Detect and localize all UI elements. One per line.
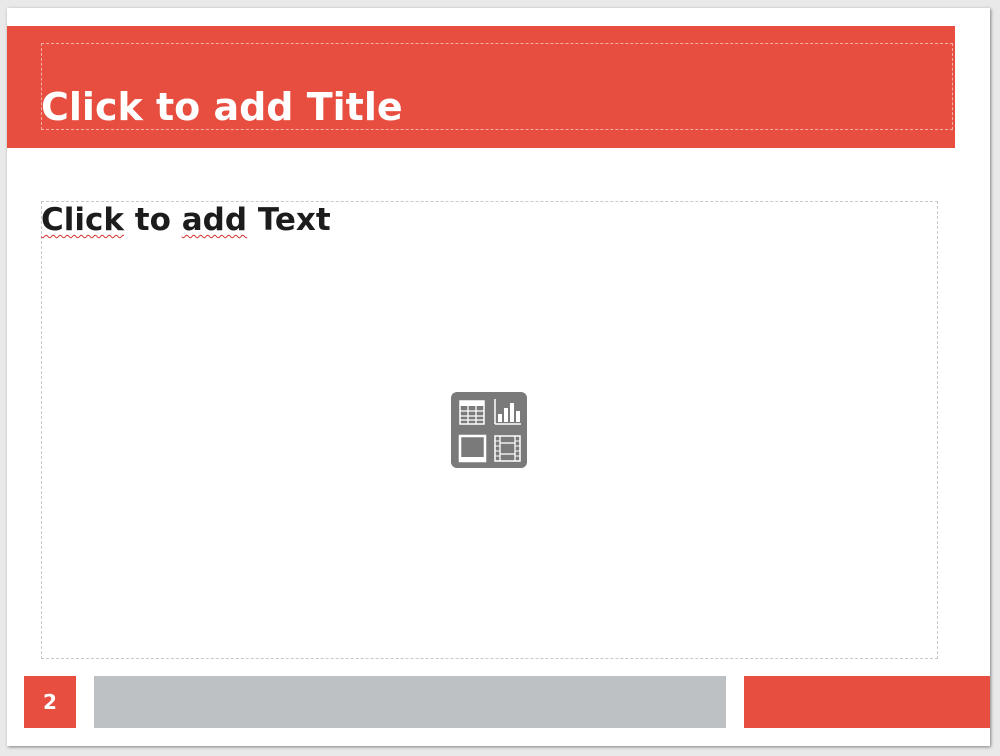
table-icon: [457, 397, 487, 427]
footer-accent-bar: [744, 676, 990, 728]
title-text[interactable]: Click to add Title: [41, 84, 403, 130]
chart-icon: [492, 397, 522, 427]
insert-object-toolbar: [451, 392, 527, 468]
body-word-4: Text: [257, 202, 331, 238]
insert-table-button[interactable]: [457, 397, 487, 427]
image-icon: [457, 433, 487, 463]
footer-field[interactable]: [94, 676, 726, 728]
slide-number-label: 2: [43, 690, 57, 714]
body-word-2: to: [134, 202, 171, 238]
slide-number[interactable]: 2: [24, 676, 76, 728]
video-icon: [492, 433, 522, 463]
insert-chart-button[interactable]: [492, 397, 522, 427]
insert-video-button[interactable]: [492, 433, 522, 463]
body-text[interactable]: Click to add Text: [41, 201, 331, 239]
slide-canvas: Click to add Title Click to add Text 2: [0, 0, 1000, 756]
title-text-label: Click to add Title: [41, 85, 403, 129]
body-word-1: Click: [41, 202, 124, 238]
slide[interactable]: Click to add Title Click to add Text 2: [7, 8, 990, 746]
insert-image-button[interactable]: [457, 433, 487, 463]
body-word-3: add: [181, 202, 248, 238]
